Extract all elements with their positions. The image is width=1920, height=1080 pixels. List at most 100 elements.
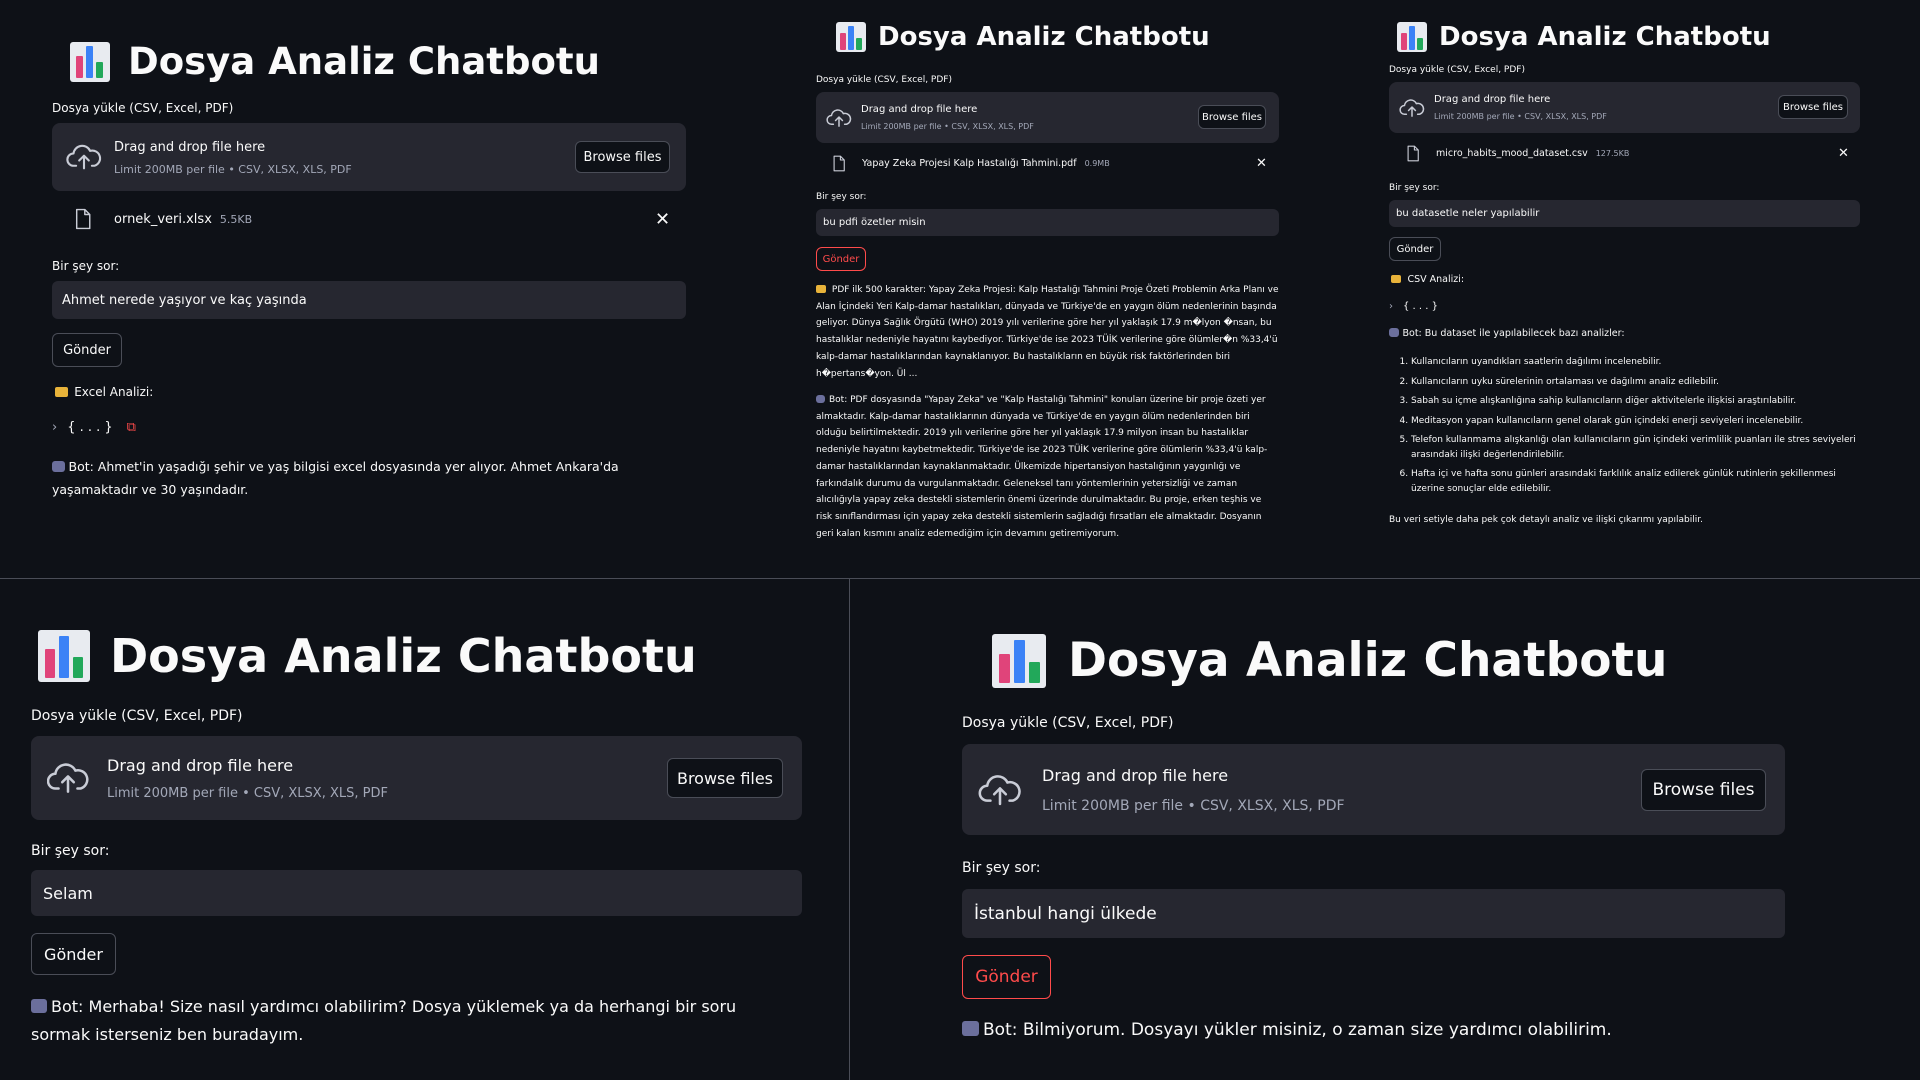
robot-icon xyxy=(31,998,47,1013)
robot-icon xyxy=(962,1020,979,1036)
browse-files-button[interactable]: Browse files xyxy=(1198,105,1266,129)
list-item: Sabah su içme alışkanlığına sahip kullan… xyxy=(1411,394,1871,409)
screenshot-panel-question: Dosya Analiz Chatbotu Dosya yükle (CSV, … xyxy=(850,579,1920,1080)
question-input[interactable]: İstanbul hangi ülkede xyxy=(962,889,1785,938)
file-icon xyxy=(1406,145,1420,162)
page-title: Dosya Analiz Chatbotu xyxy=(128,40,600,83)
send-button[interactable]: Gönder xyxy=(52,333,122,367)
screenshot-panel-pdf: Dosya Analiz Chatbotu Dosya yükle (CSV, … xyxy=(780,0,1300,578)
dropzone-limit: Limit 200MB per file • CSV, XLSX, XLS, P… xyxy=(861,122,1034,131)
question-input[interactable]: bu pdfi özetler misin xyxy=(816,209,1279,236)
send-button[interactable]: Gönder xyxy=(1389,237,1441,261)
cloud-upload-icon xyxy=(47,761,89,795)
file-dropzone[interactable]: Drag and drop file here Limit 200MB per … xyxy=(1389,82,1860,133)
list-item: Kullanıcıların uyandıkları saatlerin dağ… xyxy=(1411,355,1871,370)
file-size: 5.5KB xyxy=(219,212,253,226)
app-header: Dosya Analiz Chatbotu xyxy=(70,40,600,83)
robot-icon xyxy=(1389,328,1399,337)
list-item: Kullanıcıların uyku sürelerinin ortalama… xyxy=(1411,375,1871,390)
file-name: ornek_veri.xlsx xyxy=(114,211,212,227)
page-title: Dosya Analiz Chatbotu xyxy=(1439,22,1771,52)
file-icon xyxy=(74,208,92,230)
file-size: 127.5KB xyxy=(1595,149,1630,158)
file-dropzone[interactable]: Drag and drop file here Limit 200MB per … xyxy=(52,123,686,191)
list-item: Meditasyon yapan kullanıcıların genel ol… xyxy=(1411,414,1871,429)
browse-files-button[interactable]: Browse files xyxy=(575,141,670,173)
page-title: Dosya Analiz Chatbotu xyxy=(878,22,1210,52)
file-icon xyxy=(832,155,846,172)
uploaded-file: Yapay Zeka Projesi Kalp Hastalığı Tahmin… xyxy=(832,155,1110,172)
analysis-label: CSV Analizi: xyxy=(1391,274,1464,285)
dropzone-title: Drag and drop file here xyxy=(1042,766,1229,785)
send-button[interactable]: Gönder xyxy=(962,955,1051,999)
dropzone-title: Drag and drop file here xyxy=(861,104,978,115)
file-dropzone[interactable]: Drag and drop file here Limit 200MB per … xyxy=(31,736,802,820)
cloud-upload-icon xyxy=(978,773,1022,807)
file-dropzone[interactable]: Drag and drop file here Limit 200MB per … xyxy=(816,92,1279,143)
bar-chart-icon xyxy=(992,633,1046,688)
list-item: Hafta içi ve hafta sonu günleri arasında… xyxy=(1411,467,1871,496)
cloud-upload-icon xyxy=(66,143,102,171)
dropzone-limit: Limit 200MB per file • CSV, XLSX, XLS, P… xyxy=(114,163,352,176)
folder-icon xyxy=(1391,274,1402,283)
question-label: Bir şey sor: xyxy=(816,192,867,202)
browse-files-button[interactable]: Browse files xyxy=(1778,95,1848,119)
file-size: 0.9MB xyxy=(1084,159,1110,168)
pdf-preview-text: PDF ilk 500 karakter: Yapay Zeka Projesi… xyxy=(816,285,1279,379)
send-button[interactable]: Gönder xyxy=(31,933,116,975)
bot-message: Bot: Bu dataset ile yapılabilecek bazı a… xyxy=(1389,328,1860,339)
screenshot-panel-csv: Dosya Analiz Chatbotu Dosya yükle (CSV, … xyxy=(1300,0,1920,578)
bot-message: Bot: Merhaba! Size nasıl yardımcı olabil… xyxy=(31,997,737,1044)
page-title: Dosya Analiz Chatbotu xyxy=(110,629,697,683)
upload-label: Dosya yükle (CSV, Excel, PDF) xyxy=(31,708,243,724)
cloud-upload-icon xyxy=(1399,98,1425,118)
file-dropzone[interactable]: Drag and drop file here Limit 200MB per … xyxy=(962,744,1785,835)
file-name: Yapay Zeka Projesi Kalp Hastalığı Tahmin… xyxy=(862,158,1077,169)
browse-files-button[interactable]: Browse files xyxy=(1641,769,1766,811)
uploaded-file: ornek_veri.xlsx 5.5KB xyxy=(74,208,252,230)
remove-file-button[interactable]: ✕ xyxy=(1838,146,1849,161)
question-input-value: İstanbul hangi ülkede xyxy=(974,903,1157,924)
robot-icon xyxy=(816,394,825,403)
dropzone-limit: Limit 200MB per file • CSV, XLSX, XLS, P… xyxy=(1434,112,1607,121)
uploaded-file: micro_habits_mood_dataset.csv 127.5KB xyxy=(1406,145,1629,162)
list-item: Telefon kullanmama alışkanlığı olan kull… xyxy=(1411,433,1871,462)
bot-outro: Bu veri setiyle daha pek çok detaylı ana… xyxy=(1389,515,1703,525)
send-button[interactable]: Gönder xyxy=(816,247,866,271)
folder-icon xyxy=(55,386,69,397)
dropzone-title: Drag and drop file here xyxy=(1434,94,1551,105)
question-input-value: bu pdfi özetler misin xyxy=(823,217,926,228)
question-input[interactable]: bu datasetle neler yapılabilir xyxy=(1389,200,1860,227)
question-label: Bir şey sor: xyxy=(31,843,110,859)
analysis-label: Excel Analizi: xyxy=(55,385,153,399)
dropzone-limit: Limit 200MB per file • CSV, XLSX, XLS, P… xyxy=(107,786,388,801)
close-icon: ✕ xyxy=(1256,156,1267,171)
app-header: Dosya Analiz Chatbotu xyxy=(38,629,697,683)
remove-file-button[interactable]: ✕ xyxy=(1256,156,1267,171)
chevron-right-icon: › xyxy=(52,420,58,435)
app-header: Dosya Analiz Chatbotu xyxy=(836,22,1210,52)
close-icon: ✕ xyxy=(1838,146,1849,161)
upload-label: Dosya yükle (CSV, Excel, PDF) xyxy=(52,101,234,115)
bar-chart-icon xyxy=(70,41,110,82)
question-input[interactable]: Ahmet nerede yaşıyor ve kaç yaşında xyxy=(52,281,686,319)
bar-chart-icon xyxy=(38,630,90,682)
browse-files-button[interactable]: Browse files xyxy=(667,758,783,798)
question-input[interactable]: Selam xyxy=(31,870,802,916)
copy-icon[interactable]: ⧉ xyxy=(127,420,136,435)
dropzone-title: Drag and drop file here xyxy=(107,756,294,775)
robot-icon xyxy=(52,460,65,472)
upload-label: Dosya yükle (CSV, Excel, PDF) xyxy=(962,715,1174,731)
folder-icon xyxy=(816,285,826,293)
question-input-value: Selam xyxy=(43,883,93,903)
bot-message: Bot: PDF dosyasında "Yapay Zeka" ve "Kal… xyxy=(816,394,1268,539)
json-viewer-collapsed[interactable]: ›{ . . . } ⧉ xyxy=(52,420,136,435)
question-label: Bir şey sor: xyxy=(962,860,1041,876)
remove-file-button[interactable]: ✕ xyxy=(655,209,670,230)
page-title: Dosya Analiz Chatbotu xyxy=(1068,633,1668,688)
question-label: Bir şey sor: xyxy=(1389,183,1440,193)
json-viewer-collapsed[interactable]: ›{ . . . } xyxy=(1389,301,1438,312)
file-name: micro_habits_mood_dataset.csv xyxy=(1436,148,1588,159)
question-input-value: Ahmet nerede yaşıyor ve kaç yaşında xyxy=(62,292,307,308)
bar-chart-icon xyxy=(1397,22,1427,52)
